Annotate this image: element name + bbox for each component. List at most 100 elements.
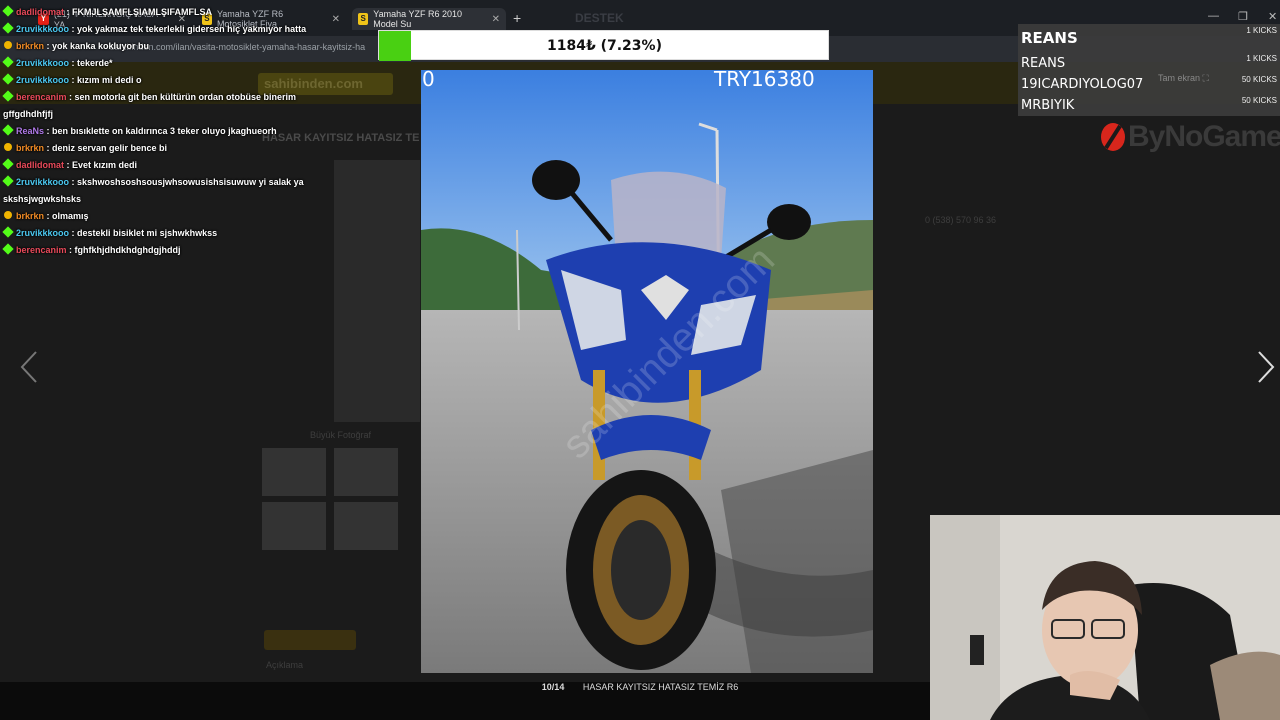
- leaderboard-name: 19ICARDIYOLOG07: [1021, 77, 1144, 92]
- chat-separator: :: [44, 41, 53, 51]
- chat-username[interactable]: brkrkn: [16, 211, 44, 221]
- counter-right: TRY16380: [714, 67, 815, 91]
- previous-photo-button[interactable]: [18, 350, 40, 384]
- close-icon[interactable]: ✕: [492, 14, 500, 25]
- leaderboard-top-name: REANS: [1021, 29, 1078, 47]
- chat-separator: :: [69, 58, 78, 68]
- close-window-icon[interactable]: ✕: [1268, 10, 1277, 23]
- fullscreen-label: Tam ekran: [1158, 73, 1201, 83]
- chat-text: FKMJLŞAMFLŞIAMLŞIFAMFLSA: [72, 7, 213, 17]
- chat-text: ben bısıklette on kaldırınca 3 teker olu…: [52, 126, 277, 136]
- chat-username[interactable]: 2ruvikkkooo: [16, 58, 69, 68]
- chat-separator: :: [44, 126, 53, 136]
- chat-message: 2ruvikkkooo : destekli bisiklet mi sjshw…: [0, 225, 330, 242]
- description-button[interactable]: [264, 630, 356, 650]
- chat-username[interactable]: 2ruvikkkooo: [16, 177, 69, 187]
- subscriber-badge-icon: [4, 143, 12, 151]
- chat-separator: :: [64, 7, 73, 17]
- close-icon[interactable]: ✕: [332, 14, 340, 25]
- stream-screen: Y (21) ⚜ KIRLANGIÇ KASA ⚜ YA ✕ S Yamaha …: [0, 0, 1280, 720]
- motorcycle-photo: sahibinden.com: [421, 70, 873, 673]
- kick-badge-icon: [2, 124, 14, 136]
- webcam-feed: [930, 515, 1280, 720]
- leaderboard-row: 19ICARDIYOLOG07 50 KICKS: [1021, 75, 1277, 95]
- chat-separator: :: [66, 245, 75, 255]
- chat-separator: :: [69, 24, 78, 34]
- kick-badge-icon: [2, 158, 14, 170]
- sponsor-logo: ByNoGame: [1098, 118, 1280, 158]
- minimize-icon[interactable]: —: [1208, 10, 1219, 22]
- chat-message: dadlidomat : Evet kızım dedi: [0, 157, 330, 174]
- chat-username[interactable]: brkrkn: [16, 41, 44, 51]
- chat-message: brkrkn : yok kanka kokluyor bu: [0, 38, 330, 55]
- chat-text: fghfkhjdhdkhdghdgjhddj: [74, 245, 181, 255]
- subscriber-badge-icon: [4, 41, 12, 49]
- chat-text: destekli bisiklet mi sjshwkhwkss: [77, 228, 218, 238]
- chat-separator: :: [69, 75, 78, 85]
- next-photo-button[interactable]: [1255, 350, 1277, 384]
- tab-label: Yamaha YZF R6 2010 Model Su: [373, 9, 462, 29]
- chat-message: brkrkn : deniz servan gelir bence bi: [0, 140, 330, 157]
- chat-username[interactable]: 2ruvikkkooo: [16, 228, 69, 238]
- leaderboard-name: REANS: [1021, 56, 1066, 71]
- chevron-right-icon: [1258, 351, 1275, 383]
- leaderboard-kicks: 50 KICKS: [1241, 96, 1277, 105]
- chat-text: kızım mi dedi o: [77, 75, 142, 85]
- leaderboard-top-kicks: 1 KICKS: [1246, 26, 1277, 35]
- chat-username[interactable]: ReaNs: [16, 126, 44, 136]
- chat-text: deniz servan gelir bence bi: [52, 143, 168, 153]
- leaderboard-row: REANS 1 KICKS: [1021, 54, 1277, 74]
- chat-username[interactable]: dadlidomat: [16, 7, 64, 17]
- chat-username[interactable]: 2ruvikkkooo: [16, 24, 69, 34]
- kick-badge-icon: [2, 175, 14, 187]
- chat-separator: :: [69, 228, 78, 238]
- new-tab-button[interactable]: +: [513, 10, 521, 26]
- counter-left: 0: [422, 67, 435, 91]
- chevron-left-icon: [20, 351, 37, 383]
- listing-thumbnail[interactable]: [262, 502, 326, 550]
- description-tab[interactable]: Açıklama: [266, 660, 303, 670]
- subscriber-badge-icon: [4, 211, 12, 219]
- kick-badge-icon: [2, 56, 14, 68]
- listing-thumbnail[interactable]: [262, 448, 326, 496]
- listing-main-image[interactable]: [334, 160, 420, 422]
- streamer-camera: [930, 515, 1280, 720]
- tab-yamaha-listing[interactable]: S Yamaha YZF R6 2010 Model Su ✕: [352, 8, 506, 30]
- kick-badge-icon: [2, 73, 14, 85]
- chat-message: 2ruvikkkooo : kızım mi dedi o: [0, 72, 330, 89]
- maximize-icon[interactable]: ❐: [1238, 10, 1248, 23]
- chat-text: Evet kızım dedi: [72, 160, 138, 170]
- chat-text: olmamış: [52, 211, 89, 221]
- kicks-leaderboard: REANS 1 KICKS REANS 1 KICKS 19ICARDIYOLO…: [1018, 24, 1280, 116]
- leaderboard-row: MRBIYIK 50 KICKS: [1021, 96, 1277, 116]
- chat-message: brkrkn : olmamış: [0, 208, 330, 225]
- listing-thumbnail[interactable]: [334, 448, 398, 496]
- large-photo-link[interactable]: Büyük Fotoğraf: [310, 430, 371, 440]
- chat-separator: :: [64, 160, 73, 170]
- chat-username[interactable]: berencanim: [16, 245, 67, 255]
- gallery-photo[interactable]: sahibinden.com: [421, 70, 873, 673]
- kick-badge-icon: [2, 226, 14, 238]
- chat-username[interactable]: dadlidomat: [16, 160, 64, 170]
- kick-badge-icon: [2, 22, 14, 34]
- kick-badge-icon: [2, 5, 14, 17]
- chat-message: ReaNs : ben bısıklette on kaldırınca 3 t…: [0, 123, 330, 140]
- seller-phone: 0 (538) 570 96 36: [925, 215, 997, 225]
- chat-text: tekerde*: [77, 58, 113, 68]
- window-title: DESTEK: [575, 11, 624, 25]
- donation-amount: 1184₺ (7.23%): [547, 38, 662, 54]
- leaderboard-kicks: 1 KICKS: [1246, 54, 1277, 63]
- fullscreen-icon: ⛶: [1202, 73, 1209, 83]
- listing-thumbnail[interactable]: [334, 502, 398, 550]
- chat-username[interactable]: 2ruvikkkooo: [16, 75, 69, 85]
- chat-username[interactable]: berencanim: [16, 92, 67, 102]
- chat-message: 2ruvikkkooo : yok yakmaz tek tekerlekli …: [0, 21, 330, 38]
- fullscreen-button[interactable]: Tam ekran ⛶: [1158, 73, 1209, 84]
- sahibinden-icon: S: [358, 13, 369, 25]
- chat-message: dadlidomat : FKMJLŞAMFLŞIAMLŞIFAMFLSA: [0, 4, 330, 21]
- chat-text: yok yakmaz tek tekerlekli gidersen hiç y…: [77, 24, 307, 34]
- chat-username[interactable]: brkrkn: [16, 143, 44, 153]
- chat-message: 2ruvikkkooo : skshwoshsoshsousjwhsowusis…: [0, 174, 330, 208]
- chat-separator: :: [44, 143, 53, 153]
- chat-separator: :: [44, 211, 53, 221]
